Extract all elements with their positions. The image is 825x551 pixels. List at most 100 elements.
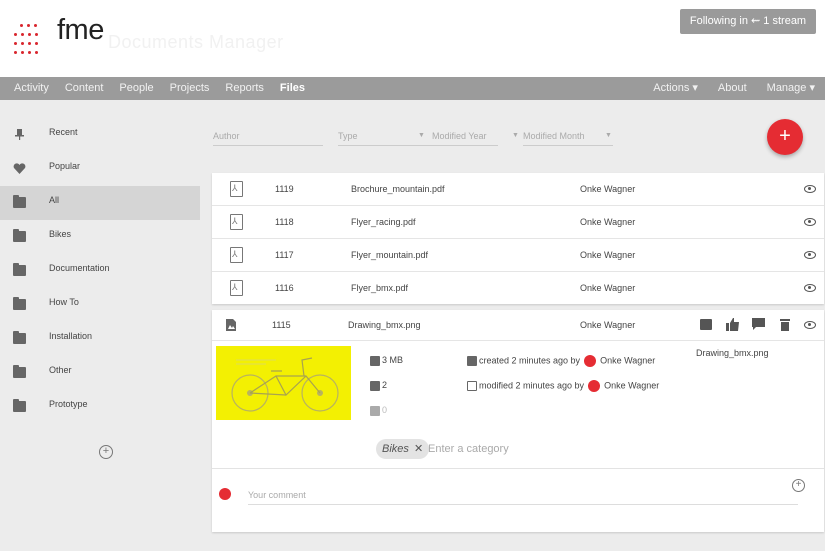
versions-icon <box>370 380 380 391</box>
chevron-down-icon: ▼ <box>418 132 425 139</box>
modified-year-label: Modified Year <box>432 131 487 141</box>
folder-icon <box>13 263 26 276</box>
chevron-down-icon: ▼ <box>512 132 519 139</box>
bicycle-drawing-icon <box>231 357 339 412</box>
add-file-button[interactable]: + <box>767 119 803 155</box>
sidebar-item-label: Prototype <box>49 399 88 409</box>
weight-icon <box>370 355 380 366</box>
folder-icon <box>13 195 26 208</box>
avatar[interactable] <box>584 355 597 367</box>
sidebar-item-bikes[interactable]: Bikes <box>0 220 200 254</box>
created-by[interactable]: Onke Wagner <box>600 355 655 365</box>
author-filter[interactable]: Author <box>213 131 323 146</box>
modified-year-filter[interactable]: Modified Year ▼ <box>432 131 519 145</box>
fme-logo-icon <box>14 20 54 60</box>
sidebar-item-installation[interactable]: Installation <box>0 322 200 356</box>
file-author: Onke Wagner <box>580 217 636 227</box>
file-id: 1119 <box>275 184 294 194</box>
table-row[interactable]: 1119 Brochure_mountain.pdf Onke Wagner <box>212 173 824 206</box>
file-size: 3 MB <box>370 355 403 366</box>
nav-actions[interactable]: Actions ▾ <box>643 77 708 100</box>
detail-header-row[interactable]: 1115 Drawing_bmx.png Onke Wagner <box>212 310 824 341</box>
heart-icon <box>13 163 26 174</box>
nav-people[interactable]: People <box>111 77 161 100</box>
file-name: Flyer_bmx.pdf <box>351 283 409 293</box>
modified-month-label: Modified Month <box>523 131 585 141</box>
sidebar-item-popular[interactable]: Popular <box>0 152 200 186</box>
modified-info: modified 2 minutes ago by Onke Wagner <box>467 380 659 392</box>
file-versions: 2 <box>370 380 387 391</box>
comment-count: 0 <box>370 405 387 416</box>
folder-icon <box>13 297 26 310</box>
folder-icon <box>13 229 26 242</box>
sidebar-item-prototype[interactable]: Prototype <box>0 390 200 424</box>
eye-icon[interactable] <box>804 321 816 329</box>
app-header: fme Documents Manager Following in ⇜ 1 s… <box>0 0 825 77</box>
nav-reports[interactable]: Reports <box>217 77 272 100</box>
detail-name: Drawing_bmx.png <box>348 320 421 330</box>
close-icon[interactable]: ✕ <box>414 443 423 455</box>
document-icon <box>467 356 477 366</box>
sidebar: Recent Popular All Bikes Documentation H… <box>0 118 200 424</box>
sidebar-item-label: Recent <box>49 127 78 137</box>
avatar[interactable] <box>588 380 601 392</box>
sidebar-item-documentation[interactable]: Documentation <box>0 254 200 288</box>
nav-content[interactable]: Content <box>57 77 112 100</box>
add-folder-button[interactable]: + <box>99 445 113 459</box>
table-row[interactable]: 1117 Flyer_mountain.pdf Onke Wagner <box>212 239 824 272</box>
sidebar-item-recent[interactable]: Recent <box>0 118 200 152</box>
detail-id: 1115 <box>272 320 291 330</box>
chevron-down-icon: ▼ <box>605 132 612 139</box>
thumbs-up-icon[interactable] <box>726 318 740 331</box>
app-title: Documents Manager <box>108 32 284 52</box>
file-id: 1117 <box>275 250 294 260</box>
type-filter-label: Type <box>338 131 358 141</box>
comment-icon[interactable] <box>752 318 765 331</box>
edit-icon <box>467 381 477 391</box>
sidebar-item-all[interactable]: All <box>0 186 200 220</box>
sidebar-item-label: All <box>49 195 60 205</box>
nav-manage[interactable]: Manage ▾ <box>757 77 825 100</box>
sidebar-item-other[interactable]: Other <box>0 356 200 390</box>
file-name: Flyer_mountain.pdf <box>351 250 429 260</box>
file-author: Onke Wagner <box>580 184 636 194</box>
comment-icon <box>370 405 380 416</box>
add-comment-button[interactable]: + <box>792 479 805 492</box>
follow-button[interactable]: Following in ⇜ 1 stream <box>680 9 816 34</box>
author-filter-label: Author <box>213 131 240 141</box>
nav-activity[interactable]: Activity <box>0 77 57 100</box>
trash-icon[interactable] <box>780 318 790 331</box>
move-folder-icon[interactable] <box>700 319 712 330</box>
modified-by[interactable]: Onke Wagner <box>604 380 659 390</box>
category-input[interactable]: Enter a category <box>428 443 509 455</box>
comment-input[interactable]: Your comment <box>248 490 306 500</box>
pdf-icon <box>230 280 243 296</box>
nav-files[interactable]: Files <box>272 77 313 100</box>
file-detail-card: 1115 Drawing_bmx.png Onke Wagner Drawing… <box>212 310 824 532</box>
comment-count-value: 0 <box>382 405 388 415</box>
eye-icon[interactable] <box>804 251 816 259</box>
nav-about[interactable]: About <box>708 77 757 100</box>
file-id: 1116 <box>275 283 294 293</box>
modified-month-filter[interactable]: Modified Month ▼ <box>523 131 613 146</box>
sidebar-item-label: Documentation <box>49 263 110 273</box>
created-info: created 2 minutes ago by Onke Wagner <box>467 355 655 367</box>
table-row[interactable]: 1116 Flyer_bmx.pdf Onke Wagner <box>212 272 824 304</box>
file-versions-value: 2 <box>382 380 388 390</box>
preview-file-name: Drawing_bmx.png <box>696 348 769 358</box>
sidebar-item-label: Installation <box>49 331 93 341</box>
file-list: 1119 Brochure_mountain.pdf Onke Wagner 1… <box>212 173 824 304</box>
file-author: Onke Wagner <box>580 283 636 293</box>
eye-icon[interactable] <box>804 284 816 292</box>
eye-icon[interactable] <box>804 185 816 193</box>
image-preview[interactable] <box>216 346 351 420</box>
table-row[interactable]: 1118 Flyer_racing.pdf Onke Wagner <box>212 206 824 239</box>
eye-icon[interactable] <box>804 218 816 226</box>
folder-icon <box>13 365 26 378</box>
category-chip[interactable]: Bikes ✕ <box>376 439 430 459</box>
folder-icon <box>13 399 26 412</box>
sidebar-item-how-to[interactable]: How To <box>0 288 200 322</box>
modified-text: modified 2 minutes ago by <box>479 380 585 391</box>
avatar <box>219 488 231 500</box>
nav-projects[interactable]: Projects <box>162 77 218 100</box>
